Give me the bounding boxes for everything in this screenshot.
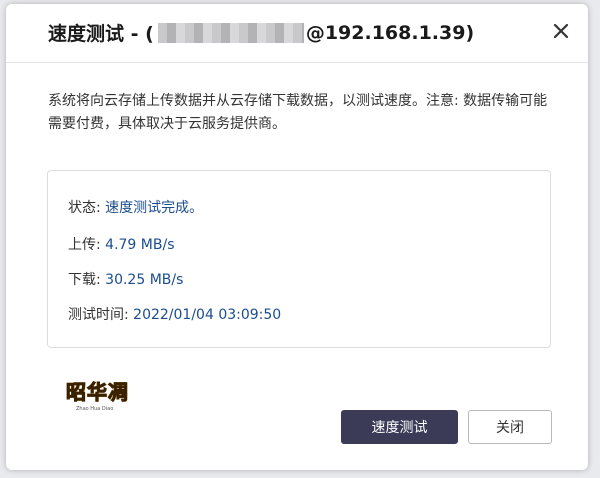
speed-test-button[interactable]: 速度测试	[341, 410, 458, 444]
status-value: 速度测试完成。	[105, 200, 204, 216]
close-button[interactable]: 关闭	[468, 410, 552, 444]
redacted-account-name	[157, 22, 304, 43]
download-value: 30.25 MB/s	[105, 272, 184, 288]
dialog-title: 速度测试 - ( @192.168.1.39)	[48, 19, 474, 46]
speed-test-dialog: 速度测试 - ( @192.168.1.39) 系统将向云存储上传数据并从云存储…	[6, 4, 588, 470]
dialog-header: 速度测试 - ( @192.168.1.39)	[6, 4, 588, 63]
dialog-description: 系统将向云存储上传数据并从云存储下载数据，以测试速度。注意: 数据传输可能需要付…	[48, 93, 548, 132]
test-time-row: 测试时间: 2022/01/04 03:09:50	[68, 304, 281, 324]
upload-row: 上传: 4.79 MB/s	[68, 234, 175, 254]
upload-value: 4.79 MB/s	[105, 237, 175, 253]
status-label: 状态:	[68, 200, 101, 216]
dialog-title-prefix: 速度测试 - (	[48, 23, 154, 45]
test-time-label: 测试时间:	[68, 307, 129, 323]
close-icon[interactable]	[550, 20, 572, 42]
download-label: 下载:	[68, 272, 101, 288]
result-panel: 状态: 速度测试完成。 上传: 4.79 MB/s 下载: 30.25 MB/s…	[47, 170, 551, 348]
status-row: 状态: 速度测试完成。	[68, 197, 203, 217]
watermark-text: 昭华凋	[66, 376, 129, 405]
dialog-title-suffix: @192.168.1.39)	[305, 21, 475, 44]
test-time-value: 2022/01/04 03:09:50	[133, 307, 282, 323]
watermark-logo: 昭华凋 Zhao Hua Diao	[66, 376, 129, 416]
upload-label: 上传:	[68, 237, 101, 253]
watermark-subtext: Zhao Hua Diao	[76, 406, 114, 412]
download-row: 下载: 30.25 MB/s	[68, 269, 183, 289]
